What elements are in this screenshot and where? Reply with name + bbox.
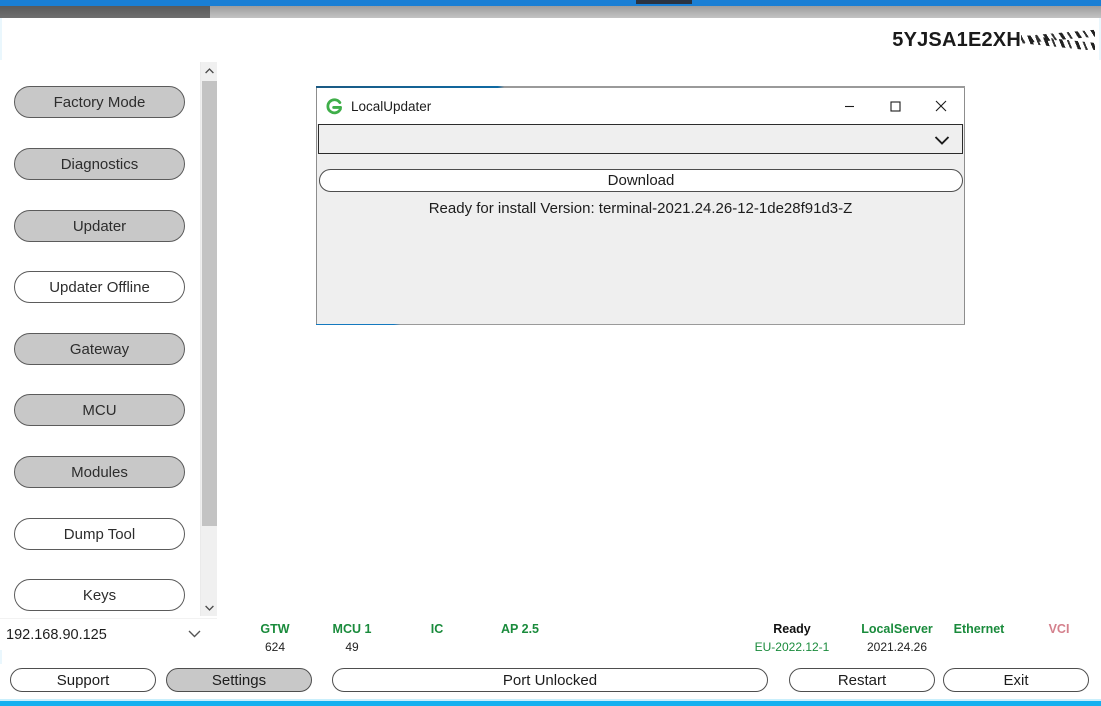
vin-row: 5YJSA1E2XHXXXXXXX <box>0 24 1101 58</box>
status-bar: GTW 624 MCU 1 49 IC AP 2.5 Ready EU-2022… <box>217 618 1101 664</box>
sidebar-item-label: Modules <box>71 463 128 481</box>
support-button[interactable]: Support <box>10 668 156 692</box>
exit-button-label: Exit <box>1003 671 1029 689</box>
status-value: 2021.24.26 <box>866 640 928 654</box>
top-toolbar-strip-dark <box>0 6 210 18</box>
vin-display: 5YJSA1E2XHXXXXXXX <box>892 28 1095 52</box>
app-root: 5YJSA1E2XHXXXXXXX Factory Mode Diagnosti… <box>0 0 1101 706</box>
top-accent-tab <box>636 0 692 4</box>
status-item-ic: IC <box>407 622 467 640</box>
download-button-label: Download <box>607 172 675 189</box>
install-status-text: Ready for install Version: terminal-2021… <box>428 200 853 217</box>
maximize-icon[interactable] <box>872 88 918 124</box>
port-status-label: Port Unlocked <box>502 671 598 689</box>
bottom-accent-bar <box>0 701 1101 706</box>
status-item-vci: VCI <box>1029 622 1089 640</box>
sidebar-item-dump-tool[interactable]: Dump Tool <box>14 518 185 550</box>
scroll-up-icon[interactable] <box>201 62 218 79</box>
sidebar-item-updater[interactable]: Updater <box>14 210 185 242</box>
vin-text: 5YJSA1E2XH <box>892 29 1021 51</box>
sidebar-item-gateway[interactable]: Gateway <box>14 333 185 365</box>
sidebar-item-factory-mode[interactable]: Factory Mode <box>14 86 185 118</box>
download-button[interactable]: Download <box>319 169 963 192</box>
localupdater-dialog: LocalUpdater Download Ready for install … <box>316 88 965 324</box>
scroll-down-icon[interactable] <box>201 599 218 616</box>
sidebar-item-updater-offline[interactable]: Updater Offline <box>14 271 185 303</box>
sidebar-item-label: Updater <box>72 217 127 235</box>
bottom-button-bar: Support Settings Port Unlocked Restart E… <box>0 664 1101 700</box>
status-key: VCI <box>1048 622 1070 636</box>
sidebar-item-label: Gateway <box>69 340 130 358</box>
sidebar-item-label: Keys <box>82 586 117 604</box>
version-select-combobox[interactable] <box>318 124 963 154</box>
status-key: AP 2.5 <box>501 622 539 636</box>
status-item-mcu-1: MCU 1 49 <box>307 622 397 654</box>
support-button-label: Support <box>56 671 110 689</box>
restart-button-label: Restart <box>837 671 887 689</box>
sidebar-item-diagnostics[interactable]: Diagnostics <box>14 148 185 180</box>
status-value: 624 <box>264 640 286 654</box>
status-key: GTW <box>260 622 290 636</box>
sidebar-item-mcu[interactable]: MCU <box>14 394 185 426</box>
status-item-gtw: GTW 624 <box>235 622 315 654</box>
exit-button[interactable]: Exit <box>943 668 1089 692</box>
chevron-down-icon <box>932 130 952 150</box>
sidebar-item-label: Dump Tool <box>63 525 136 543</box>
dialog-title: LocalUpdater <box>351 98 432 114</box>
status-value: 49 <box>345 640 359 654</box>
close-icon[interactable] <box>918 88 964 124</box>
status-key: MCU 1 <box>332 622 372 636</box>
sidebar-item-label: MCU <box>82 401 117 419</box>
status-item-ap-2-5: AP 2.5 <box>475 622 565 640</box>
status-key: IC <box>430 622 444 636</box>
port-status-button[interactable]: Port Unlocked <box>332 668 768 692</box>
sidebar-item-keys[interactable]: Keys <box>14 579 185 611</box>
sidebar-item-label: Factory Mode <box>53 93 146 111</box>
minimize-icon[interactable] <box>826 88 872 124</box>
settings-button[interactable]: Settings <box>166 668 312 692</box>
status-value: EU-2022.12-1 <box>754 640 830 654</box>
localupdater-logo-icon <box>325 97 343 115</box>
status-item-ready: Ready EU-2022.12-1 <box>737 622 847 654</box>
sidebar-item-label: Updater Offline <box>49 278 150 296</box>
status-key: Ready <box>773 622 811 636</box>
scrollbar-thumb[interactable] <box>202 81 217 526</box>
dialog-title-bar[interactable]: LocalUpdater <box>317 88 964 124</box>
status-key: Ethernet <box>953 622 1005 636</box>
settings-button-label: Settings <box>211 671 267 689</box>
vin-redaction-scribble: XXXXXXX <box>1021 28 1095 50</box>
sidebar-item-modules[interactable]: Modules <box>14 456 185 488</box>
sidebar-scrollbar[interactable] <box>200 62 218 616</box>
sidebar: Factory Mode Diagnostics Updater Updater… <box>0 60 200 618</box>
ip-address-value: 192.168.90.125 <box>6 626 107 643</box>
restart-button[interactable]: Restart <box>789 668 935 692</box>
status-item-ethernet: Ethernet <box>925 622 1033 640</box>
chevron-down-icon <box>186 625 203 642</box>
window-controls <box>826 88 964 124</box>
ip-address-selector[interactable]: 192.168.90.125 <box>0 618 217 650</box>
sidebar-item-label: Diagnostics <box>60 155 139 173</box>
